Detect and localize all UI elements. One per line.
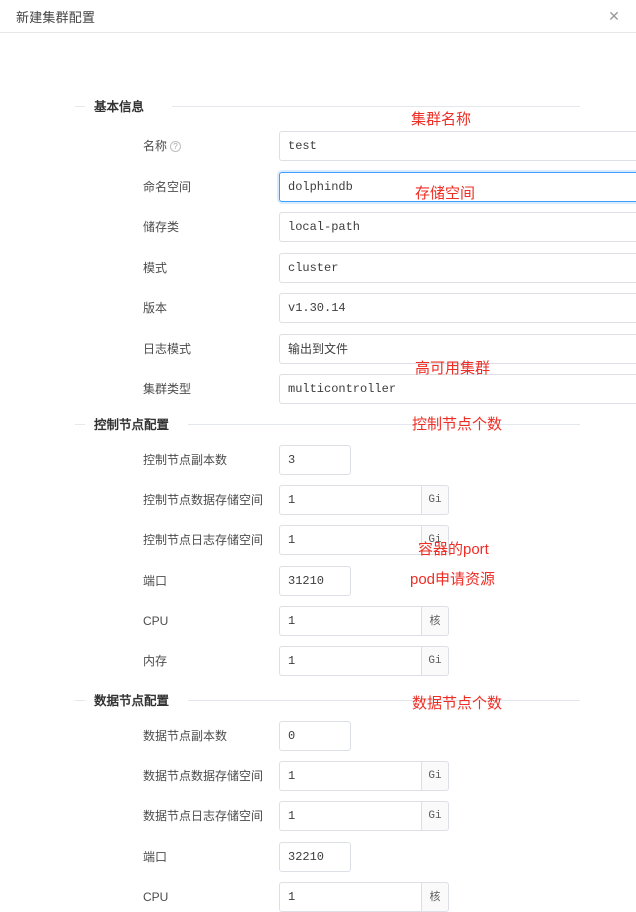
form-row-control-log-storage: 控制节点日志存储空间 1 Gi bbox=[86, 525, 580, 555]
label-control-data-storage: 控制节点数据存储空间 bbox=[143, 493, 264, 507]
section-legend-data: 数据节点配置 bbox=[75, 687, 580, 713]
section-legend-control: 控制节点配置 bbox=[75, 411, 580, 437]
label-namespace: 命名空间 bbox=[143, 180, 192, 194]
select-cluster-type-value: multicontroller bbox=[288, 382, 397, 396]
label-data-replicas: 数据节点副本数 bbox=[143, 729, 228, 743]
section-data-node: 数据节点配置 数据节点副本数 0 数据节点数据存储空间 1 Gi 数据节点日志存… bbox=[75, 687, 580, 912]
form-row-storage-class: 储存类 local-path bbox=[86, 212, 636, 242]
input-control-memory[interactable]: 1 bbox=[279, 646, 421, 676]
select-storage-class-value: local-path bbox=[288, 220, 361, 234]
select-version[interactable]: v1.30.14 bbox=[279, 293, 636, 323]
label-data-log-storage: 数据节点日志存储空间 bbox=[143, 809, 264, 823]
form-row-control-data-storage: 控制节点数据存储空间 1 Gi bbox=[86, 485, 580, 515]
section-basic-info: 基本信息 名称? test 命名空间 dolphindb 储存类 local-p… bbox=[75, 93, 636, 404]
form-row-mode: 模式 cluster bbox=[86, 253, 636, 283]
label-data-data-storage: 数据节点数据存储空间 bbox=[143, 769, 264, 783]
form-row-version: 版本 v1.30.14 bbox=[86, 293, 636, 323]
annotation-controller-count: 控制节点个数 bbox=[412, 416, 503, 433]
dialog-header: 新建集群配置 ✕ bbox=[0, 0, 636, 33]
annotation-container-port: 容器的port bbox=[418, 541, 489, 558]
input-name[interactable]: test bbox=[279, 131, 636, 161]
input-data-cpu[interactable]: 1 bbox=[279, 882, 421, 912]
annotation-datanode-count: 数据节点个数 bbox=[412, 695, 503, 712]
select-cluster-type[interactable]: multicontroller bbox=[279, 374, 636, 404]
section-title-data: 数据节点配置 bbox=[94, 690, 176, 709]
label-data-port: 端口 bbox=[143, 850, 168, 864]
input-data-data-storage[interactable]: 1 bbox=[279, 761, 421, 791]
legend-rule-left bbox=[75, 424, 85, 425]
input-data-port[interactable]: 32210 bbox=[279, 842, 351, 872]
input-control-cpu[interactable]: 1 bbox=[279, 606, 421, 636]
annotation-ha-cluster: 高可用集群 bbox=[415, 360, 491, 377]
annotation-pod-resources: pod申请资源 bbox=[410, 571, 496, 588]
section-control-node: 控制节点配置 控制节点副本数 3 控制节点数据存储空间 1 Gi 控制节点日志存… bbox=[75, 411, 580, 676]
label-cluster-type: 集群类型 bbox=[143, 382, 192, 396]
unit-addon-gi: Gi bbox=[421, 485, 449, 515]
select-mode[interactable]: cluster bbox=[279, 253, 636, 283]
form-row-log-mode: 日志模式 输出到文件 bbox=[86, 334, 636, 364]
input-control-port[interactable]: 31210 bbox=[279, 566, 351, 596]
legend-rule-right bbox=[188, 424, 580, 425]
section-title-basic: 基本信息 bbox=[94, 96, 151, 115]
close-icon[interactable]: ✕ bbox=[604, 6, 624, 26]
dialog-body: 基本信息 名称? test 命名空间 dolphindb 储存类 local-p… bbox=[0, 33, 636, 912]
section-title-control: 控制节点配置 bbox=[94, 414, 176, 433]
form-row-data-data-storage: 数据节点数据存储空间 1 Gi bbox=[86, 761, 580, 791]
legend-rule-left bbox=[75, 106, 85, 107]
label-control-cpu: CPU bbox=[143, 614, 169, 628]
label-log-mode: 日志模式 bbox=[143, 342, 192, 356]
legend-rule-left bbox=[75, 700, 85, 701]
label-version: 版本 bbox=[143, 301, 168, 315]
form-row-data-port: 端口 32210 bbox=[86, 842, 580, 872]
unit-addon-core: 核 bbox=[421, 882, 449, 912]
label-mode: 模式 bbox=[143, 261, 168, 275]
unit-addon-gi: Gi bbox=[421, 646, 449, 676]
select-log-mode-value: 输出到文件 bbox=[288, 342, 349, 356]
section-legend-basic: 基本信息 bbox=[75, 93, 580, 119]
form-row-cluster-type: 集群类型 multicontroller bbox=[86, 374, 636, 404]
form-row-control-replicas: 控制节点副本数 3 bbox=[86, 445, 580, 475]
input-control-replicas[interactable]: 3 bbox=[279, 445, 351, 475]
form-row-data-log-storage: 数据节点日志存储空间 1 Gi bbox=[86, 801, 580, 831]
form-row-data-cpu: CPU 1 核 bbox=[86, 882, 580, 912]
input-data-replicas[interactable]: 0 bbox=[279, 721, 351, 751]
label-data-cpu: CPU bbox=[143, 890, 169, 904]
legend-rule-right bbox=[188, 700, 580, 701]
annotation-storage-space: 存储空间 bbox=[415, 185, 476, 202]
label-control-memory: 内存 bbox=[143, 654, 168, 668]
help-circle-icon[interactable]: ? bbox=[170, 141, 182, 152]
select-mode-value: cluster bbox=[288, 261, 339, 275]
select-version-value: v1.30.14 bbox=[288, 301, 346, 315]
unit-addon-gi: Gi bbox=[421, 761, 449, 791]
input-data-log-storage[interactable]: 1 bbox=[279, 801, 421, 831]
label-name-text: 名称 bbox=[143, 139, 168, 153]
form-row-control-cpu: CPU 1 核 bbox=[86, 606, 580, 636]
form-row-control-memory: 内存 1 Gi bbox=[86, 646, 580, 676]
form-row-control-port: 端口 31210 bbox=[86, 566, 580, 596]
unit-addon-gi: Gi bbox=[421, 801, 449, 831]
legend-rule-right bbox=[172, 106, 580, 107]
annotation-cluster-name: 集群名称 bbox=[411, 111, 472, 128]
input-control-log-storage[interactable]: 1 bbox=[279, 525, 421, 555]
page-title: 新建集群配置 bbox=[16, 10, 96, 25]
form-row-data-replicas: 数据节点副本数 0 bbox=[86, 721, 580, 751]
label-storage-class: 储存类 bbox=[143, 220, 180, 234]
input-control-data-storage[interactable]: 1 bbox=[279, 485, 421, 515]
label-control-replicas: 控制节点副本数 bbox=[143, 453, 228, 467]
label-control-log-storage: 控制节点日志存储空间 bbox=[143, 533, 264, 547]
label-control-port: 端口 bbox=[143, 574, 168, 588]
select-storage-class[interactable]: local-path bbox=[279, 212, 636, 242]
label-name: 名称? bbox=[143, 131, 182, 161]
unit-addon-core: 核 bbox=[421, 606, 449, 636]
form-row-name: 名称? test bbox=[86, 131, 636, 161]
new-cluster-config-dialog: 新建集群配置 ✕ 基本信息 名称? test 命名空间 dolphindb 储存… bbox=[0, 0, 636, 912]
select-namespace-value: dolphindb bbox=[288, 180, 353, 194]
form-row-namespace: 命名空间 dolphindb bbox=[86, 172, 636, 202]
